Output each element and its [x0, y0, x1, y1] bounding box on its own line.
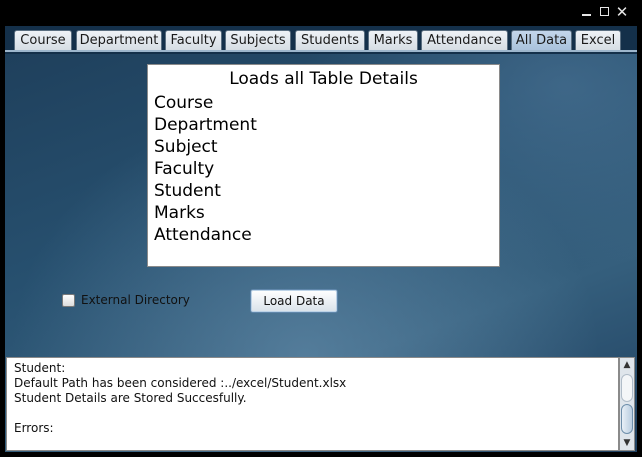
close-icon[interactable]: ✕ [615, 5, 629, 20]
tab-bar: Course Department Faculty Subjects Stude… [5, 26, 637, 54]
scroll-down-arrow-icon[interactable]: ▼ [622, 438, 632, 448]
list-item: Department [154, 115, 257, 135]
window-title-bar: ✕ [0, 0, 642, 26]
scroll-up-arrow-icon[interactable]: ▲ [622, 360, 632, 370]
tab-marks[interactable]: Marks [368, 30, 418, 50]
tab-students[interactable]: Students [295, 30, 365, 50]
external-directory-checkbox[interactable] [62, 294, 75, 307]
log-line: Student: [14, 361, 66, 375]
tab-department[interactable]: Department [76, 30, 162, 50]
log-line: Errors: [14, 421, 54, 435]
tab-attendance[interactable]: Attendance [421, 30, 508, 50]
main-panel: Course Department Faculty Subjects Stude… [5, 26, 637, 452]
log-textarea[interactable]: Student: Default Path has been considere… [6, 357, 619, 451]
external-directory-label: External Directory [81, 293, 190, 307]
table-list-title: Loads all Table Details [229, 69, 418, 89]
list-item: Course [154, 93, 214, 113]
list-item: Student [154, 181, 221, 201]
tab-all-data[interactable]: All Data [511, 30, 572, 50]
list-item: Subject [154, 137, 218, 157]
minimize-icon[interactable] [579, 5, 593, 19]
tab-excel[interactable]: Excel [575, 30, 621, 50]
table-list-textarea[interactable]: Loads all Table Details Course Departmen… [147, 64, 500, 267]
tab-bar-divider [5, 50, 637, 52]
log-scrollbar[interactable]: ▲ ▼ [619, 357, 635, 451]
log-line: Default Path has been considered :../exc… [14, 376, 347, 390]
tab-faculty[interactable]: Faculty [165, 30, 222, 50]
list-item: Faculty [154, 159, 215, 179]
maximize-icon[interactable] [597, 5, 611, 19]
load-data-button[interactable]: Load Data [250, 289, 338, 313]
tab-subjects[interactable]: Subjects [225, 30, 291, 50]
scrollbar-thumb[interactable] [621, 404, 633, 434]
list-item: Attendance [154, 225, 252, 245]
log-line: Student Details are Stored Succesfully. [14, 391, 247, 405]
tab-course[interactable]: Course [14, 30, 72, 50]
scrollbar-track[interactable] [621, 374, 633, 402]
list-item: Marks [154, 203, 205, 223]
